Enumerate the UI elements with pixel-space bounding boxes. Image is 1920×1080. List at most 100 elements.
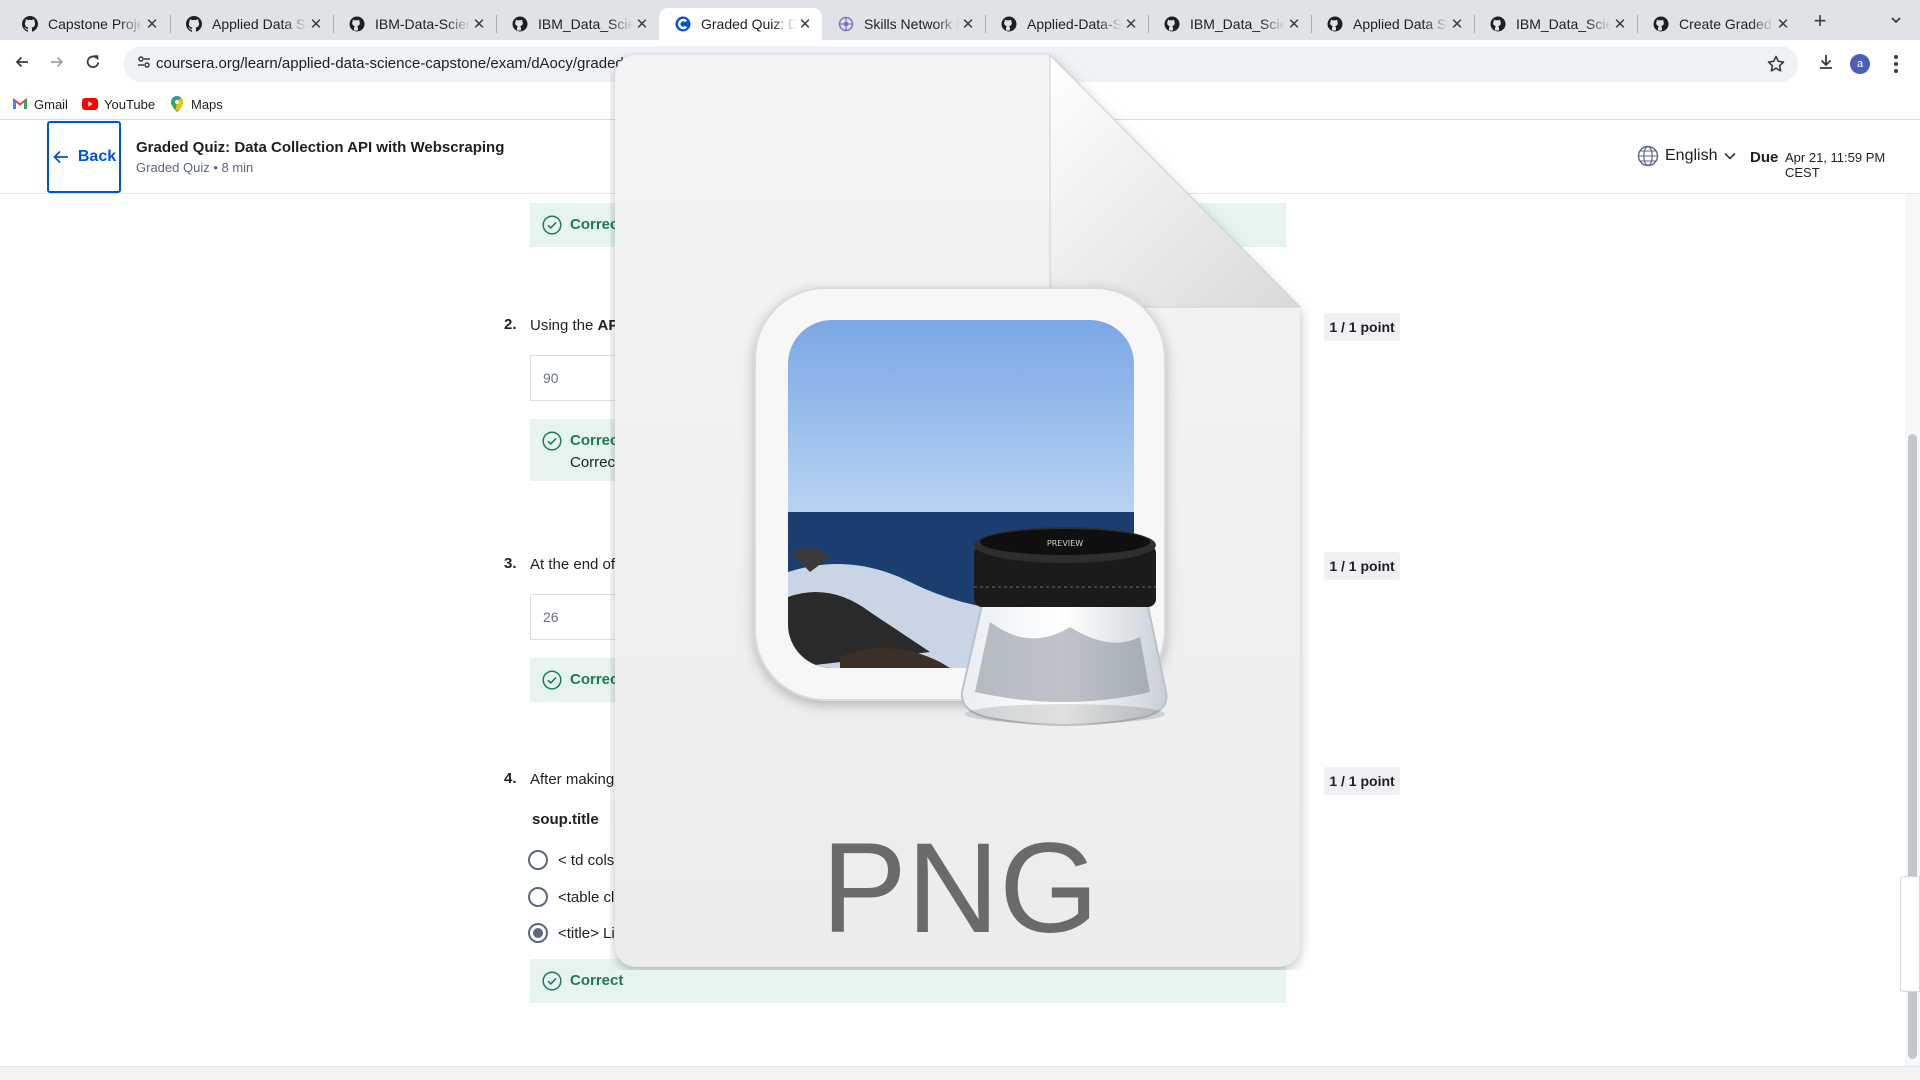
check-circle-icon [542,670,562,690]
bookmark-label: Maps [191,96,223,112]
browser-tab[interactable]: Create Graded ✕ [1637,8,1800,40]
points-badge: 1 / 1 point [1324,767,1400,795]
skills-network-icon [838,16,854,32]
coursera-icon [675,16,691,32]
close-icon[interactable]: ✕ [1774,15,1792,33]
tab-label: IBM-Data-Science [375,16,470,32]
bookmark-label: Gmail [34,96,68,112]
github-icon [22,16,38,32]
side-panel-handle[interactable] [1900,876,1920,992]
github-icon [1001,16,1017,32]
browser-tab[interactable]: Applied-Data-Sc ✕ [985,8,1148,40]
github-icon [512,16,528,32]
browser-tab[interactable]: IBM_Data_Scien ✕ [1474,8,1637,40]
option-label: <table cl [558,889,615,906]
url-text[interactable]: coursera.org/learn/applied-data-science-… [156,55,624,72]
github-icon [1164,16,1180,32]
browser-menu-button[interactable] [1886,54,1906,74]
forward-nav-button[interactable] [43,50,71,78]
due-date: Apr 21, 11:59 PM CEST [1785,150,1886,180]
tab-label: IBM_Data_Science [538,16,633,32]
browser-tab[interactable]: Capstone Project ✕ [6,8,169,40]
site-info-button[interactable] [130,50,158,78]
tab-label: Capstone Project [48,16,143,32]
question-number: 4. [504,770,517,787]
tab-strip: Capstone Project ✕ Applied Data Science … [0,0,1920,40]
language-label: English [1665,147,1718,164]
browser-tab[interactable]: Skills Network E ✕ [822,8,985,40]
close-icon[interactable]: ✕ [1122,15,1140,33]
new-tab-button[interactable]: + [1806,8,1834,36]
question-number: 2. [504,316,517,333]
radio-option[interactable] [528,850,548,870]
close-icon[interactable]: ✕ [1448,15,1466,33]
chevron-down-icon [1889,13,1903,32]
radio-option-selected[interactable] [528,923,548,943]
tab-label: Applied Data Sc [1353,16,1448,32]
github-icon [1327,16,1343,32]
language-selector[interactable]: English [1637,145,1737,167]
bookmark-star-icon[interactable] [1766,54,1786,74]
arrow-right-icon [48,53,66,76]
loupe-icon: PREVIEW [960,527,1168,726]
reload-button[interactable] [79,50,107,78]
profile-avatar[interactable]: a [1850,54,1870,74]
close-icon[interactable]: ✕ [959,15,977,33]
page-fold [1049,53,1302,308]
github-icon [349,16,365,32]
close-icon[interactable]: ✕ [1611,15,1629,33]
question-text: At the end of [530,556,616,573]
github-icon [1490,16,1506,32]
bookmark-youtube[interactable]: YouTube [82,94,155,114]
tab-label: Skills Network E [864,16,959,32]
back-nav-button[interactable] [8,50,36,78]
download-icon [1817,53,1835,76]
png-file-icon: PREVIEW PNG [615,53,1302,967]
question-text: Using the AP [530,317,618,334]
points-badge: 1 / 1 point [1324,313,1400,341]
tab-label: Applied Data Science [212,16,307,32]
close-icon[interactable]: ✕ [307,15,325,33]
tab-label: IBM_Data_Scien [1516,16,1611,32]
status-strip [0,1066,1920,1080]
check-circle-icon [542,971,562,991]
browser-tab[interactable]: Applied Data Sc ✕ [1311,8,1474,40]
github-icon [1653,16,1669,32]
back-button[interactable]: Back [47,121,121,193]
tab-label: Applied-Data-Sc [1027,16,1122,32]
browser-tab[interactable]: Applied Data Science ✕ [170,8,333,40]
loupe-text: PREVIEW [1047,539,1083,548]
close-icon[interactable]: ✕ [470,15,488,33]
page-subtitle: Graded Quiz • 8 min [136,160,254,175]
close-icon[interactable]: ✕ [1285,15,1303,33]
bookmark-gmail[interactable]: Gmail [12,94,68,114]
youtube-icon [82,96,98,112]
downloads-button[interactable] [1814,52,1838,76]
browser-tab[interactable]: IBM_Data_Science ✕ [496,8,659,40]
question-text-part: Using the [530,317,598,334]
browser-tab[interactable]: IBM_Data_Scien ✕ [1148,8,1311,40]
github-icon [186,16,202,32]
close-icon[interactable]: ✕ [633,15,651,33]
arrow-left-icon [52,148,70,166]
code-snippet: soup.title [532,811,599,828]
points-badge: 1 / 1 point [1324,552,1400,580]
tune-icon [136,54,152,75]
tab-search-button[interactable] [1884,10,1908,34]
close-icon[interactable]: ✕ [143,15,161,33]
due-label: Due [1750,149,1779,166]
feedback-label: Correct [570,972,624,989]
question-text: After making [530,771,615,788]
option-label: < td cols [558,852,615,869]
gmail-icon [12,96,28,112]
tab-label: IBM_Data_Scien [1190,16,1285,32]
browser-tab[interactable]: IBM-Data-Science ✕ [333,8,496,40]
arrow-left-icon [13,53,31,76]
bookmark-maps[interactable]: Maps [169,94,223,114]
question-number: 3. [504,555,517,572]
radio-option[interactable] [528,887,548,907]
close-icon[interactable]: ✕ [796,15,814,33]
browser-tab-active[interactable]: Graded Quiz: Data ✕ [659,8,822,40]
option-label: <title> Li [558,925,615,942]
reload-icon [84,53,102,76]
